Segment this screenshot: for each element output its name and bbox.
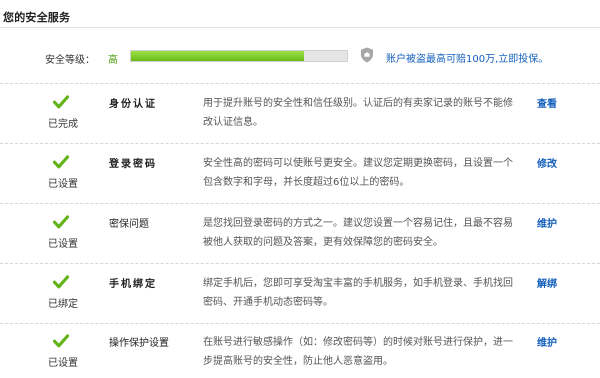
check-icon	[53, 155, 69, 169]
unbind-button[interactable]: 解绑	[537, 275, 557, 290]
security-level-progress-bar	[130, 50, 348, 62]
view-button[interactable]: 查看	[537, 95, 557, 110]
item-name: 登录密码	[109, 159, 157, 170]
item-description: 绑定手机后，您即可享受淘宝丰富的手机服务，如手机登录、手机找回密码、开通手机动态…	[203, 278, 513, 308]
item-description: 在账号进行敏感操作（如：修改密码等）的时候对账号进行保护，进一步提高账号的安全性…	[203, 337, 513, 367]
status-cell: 已设置	[44, 324, 80, 378]
item-name: 密保问题	[109, 219, 149, 230]
status-cell: 已完成	[44, 85, 80, 144]
security-item-row-security-question: 已设置 密保问题 是您找回登录密码的方式之一。建议您设置一个容易记住，且最不容易…	[0, 205, 600, 264]
shield-icon	[361, 47, 373, 63]
security-level-row: 安全等级： 高 账户被盗最高可赔100万,立即投保。	[0, 28, 600, 84]
item-name: 操作保护设置	[109, 338, 169, 349]
check-icon	[53, 334, 69, 348]
status-cell: 已绑定	[44, 265, 80, 324]
check-icon	[53, 215, 69, 229]
status-text: 已设置	[48, 358, 78, 369]
check-icon	[53, 275, 69, 289]
check-icon	[53, 95, 69, 109]
maintain-button[interactable]: 维护	[537, 334, 557, 349]
item-description: 用于提升账号的安全性和信任级别。认证后的有卖家记录的账号不能修改认证信息。	[203, 98, 513, 128]
modify-button[interactable]: 修改	[537, 155, 557, 170]
status-cell: 已设置	[44, 145, 80, 204]
security-item-row-operation-protection: 已设置 操作保护设置 在账号进行敏感操作（如：修改密码等）的时候对账号进行保护，…	[0, 324, 600, 378]
item-name: 身份认证	[109, 99, 157, 110]
section-title: 您的安全服务	[3, 11, 71, 24]
security-level-progress-fill	[131, 51, 304, 61]
insurance-promo-link[interactable]: 账户被盗最高可赔100万,立即投保。	[386, 50, 548, 65]
security-level-label: 安全等级：	[45, 55, 95, 66]
status-text: 已完成	[48, 119, 78, 130]
security-level-value: 高	[108, 55, 118, 66]
status-cell: 已设置	[44, 205, 80, 264]
status-text: 已设置	[48, 179, 78, 190]
item-description: 安全性高的密码可以使账号更安全。建议您定期更换密码，且设置一个包含数字和字母，并…	[203, 158, 513, 188]
maintain-button[interactable]: 维护	[537, 215, 557, 230]
item-description: 是您找回登录密码的方式之一。建议您设置一个容易记住，且最不容易被他人获取的问题及…	[203, 218, 513, 248]
security-item-row-identity: 已完成 身份认证 用于提升账号的安全性和信任级别。认证后的有卖家记录的账号不能修…	[0, 85, 600, 144]
item-name: 手机绑定	[109, 279, 157, 290]
status-text: 已绑定	[48, 299, 78, 310]
security-item-row-login-password: 已设置 登录密码 安全性高的密码可以使账号更安全。建议您定期更换密码，且设置一个…	[0, 145, 600, 204]
security-item-row-phone-binding: 已绑定 手机绑定 绑定手机后，您即可享受淘宝丰富的手机服务，如手机登录、手机找回…	[0, 265, 600, 324]
section-header: 您的安全服务	[0, 0, 600, 28]
status-text: 已设置	[48, 239, 78, 250]
